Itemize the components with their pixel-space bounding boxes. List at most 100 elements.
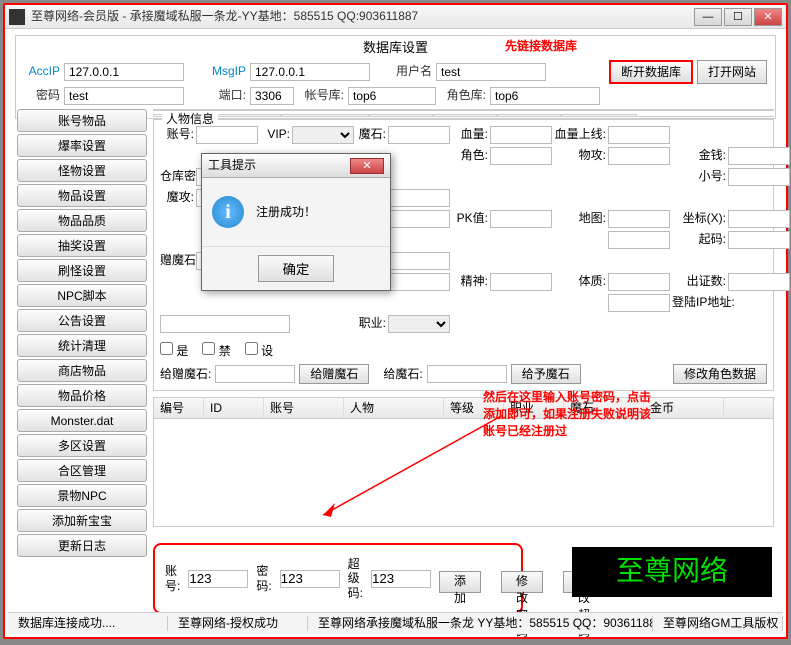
field-input-sub[interactable]: [728, 168, 790, 186]
sidebar-item-16[interactable]: 添加新宝宝: [17, 509, 147, 532]
change-pwd-button[interactable]: 修改密码: [501, 571, 543, 593]
field-input-role[interactable]: [490, 147, 552, 165]
roledb-input[interactable]: [490, 87, 600, 105]
field-input-map[interactable]: [608, 210, 670, 228]
sidebar-item-2[interactable]: 怪物设置: [17, 159, 147, 182]
field-input-patk[interactable]: [608, 147, 670, 165]
sidebar-item-17[interactable]: 更新日志: [17, 534, 147, 557]
add-button[interactable]: 添加: [439, 571, 481, 593]
tab1-9[interactable]: 统计清理: [730, 109, 774, 111]
sidebar-item-10[interactable]: 商店物品: [17, 359, 147, 382]
sidebar-item-12[interactable]: Monster.dat: [17, 409, 147, 432]
reg-sup-input[interactable]: [371, 570, 431, 588]
reg-acc-input[interactable]: [188, 570, 248, 588]
modify-role-button[interactable]: 修改角色数据: [673, 364, 767, 384]
th-3[interactable]: 人物: [344, 398, 444, 418]
field-input-acc[interactable]: [196, 126, 258, 144]
data-table[interactable]: 编号ID账号人物等级职业魔石金币: [153, 397, 774, 527]
tab1-8[interactable]: 公告设置: [666, 109, 730, 111]
field-input-spi[interactable]: [490, 273, 552, 291]
field-label-lvfrom: 起码:: [672, 232, 726, 246]
field-input-hpmax[interactable]: [608, 126, 670, 144]
tab2-3[interactable]: 幻兽属性: [369, 114, 433, 116]
accdb-input[interactable]: [348, 87, 436, 105]
tab2-1[interactable]: 装备管理: [217, 114, 281, 116]
field-input-[interactable]: [608, 294, 670, 312]
th-1[interactable]: ID: [204, 398, 264, 418]
msgip-input[interactable]: [250, 63, 370, 81]
maximize-button[interactable]: ☐: [724, 8, 752, 26]
port-label: 端口:: [210, 88, 246, 102]
field-input-ip[interactable]: [160, 315, 290, 333]
tab1-3[interactable]: 物品设置: [345, 109, 409, 111]
annotation-register: 然后在这里输入账号密码，点击添加即可，如果注册失败说明该账号已经注册过: [483, 389, 653, 439]
tab1-5[interactable]: 抽奖设置: [473, 109, 537, 111]
dialog-close-button[interactable]: ✕: [350, 158, 384, 174]
field-input-vip[interactable]: [292, 126, 354, 144]
th-2[interactable]: 账号: [264, 398, 344, 418]
field-label-map: 地图:: [554, 211, 606, 225]
port-input[interactable]: [250, 87, 294, 105]
sidebar-item-15[interactable]: 景物NPC: [17, 484, 147, 507]
tab2-5[interactable]: 军团管理: [497, 114, 561, 116]
sidebar-item-3[interactable]: 物品设置: [17, 184, 147, 207]
field-input-cert[interactable]: [728, 273, 790, 291]
tab1-4[interactable]: 物品品质: [409, 109, 473, 111]
tab2-2[interactable]: 角色物品转移: [281, 114, 369, 116]
user-input[interactable]: [436, 63, 546, 81]
field-input-lvfrom[interactable]: [728, 231, 790, 249]
field-label-hp: 血量:: [452, 127, 488, 141]
db-panel-title: 数据库设置: [24, 40, 767, 56]
give-ms-input[interactable]: [427, 365, 507, 383]
field-input-ms[interactable]: [388, 126, 450, 144]
tab1-6[interactable]: 刷怪设置: [537, 109, 601, 111]
field-label-vip: VIP:: [260, 127, 290, 141]
sidebar-item-4[interactable]: 物品品质: [17, 209, 147, 232]
give-ms-button[interactable]: 给予魔石: [511, 364, 581, 384]
register-panel: 账号: 密码: 超级码: 添加 修改密码 修改超码: [153, 543, 523, 614]
field-input-pk[interactable]: [490, 210, 552, 228]
field-input-job[interactable]: [388, 315, 450, 333]
pwd-input[interactable]: [64, 87, 184, 105]
sidebar-item-6[interactable]: 刷怪设置: [17, 259, 147, 282]
reg-pwd-input[interactable]: [280, 570, 340, 588]
sidebar-item-8[interactable]: 公告设置: [17, 309, 147, 332]
field-input-cy[interactable]: [388, 252, 450, 270]
field-input-evo[interactable]: [388, 210, 450, 228]
tab2-6[interactable]: 账号充值卡: [561, 114, 637, 116]
tab2-4[interactable]: 幻兽刷星: [433, 114, 497, 116]
sidebar-item-5[interactable]: 抽奖设置: [17, 234, 147, 257]
disconnect-db-button[interactable]: 断开数据库: [609, 60, 693, 84]
tab1-1[interactable]: 爆率设置: [217, 109, 281, 111]
field-label-role: 角色:: [452, 148, 488, 162]
sidebar-item-14[interactable]: 合区管理: [17, 459, 147, 482]
field-input-hp[interactable]: [490, 126, 552, 144]
minimize-button[interactable]: —: [694, 8, 722, 26]
sidebar-item-11[interactable]: 物品价格: [17, 384, 147, 407]
check-2[interactable]: 禁: [202, 342, 230, 358]
open-site-button[interactable]: 打开网站: [697, 60, 767, 84]
field-input-str[interactable]: [388, 273, 450, 291]
close-button[interactable]: ✕: [754, 8, 782, 26]
give-gms-input[interactable]: [215, 365, 295, 383]
tab1-2[interactable]: 怪物设置: [281, 109, 345, 111]
check-1[interactable]: 是: [160, 342, 188, 358]
dialog-ok-button[interactable]: 确定: [258, 255, 335, 282]
field-input-cx[interactable]: [728, 210, 790, 228]
accip-input[interactable]: [64, 63, 184, 81]
field-input-con[interactable]: [608, 273, 670, 291]
th-7[interactable]: 金币: [644, 398, 724, 418]
sidebar-item-9[interactable]: 统计清理: [17, 334, 147, 357]
check-3[interactable]: 设: [245, 342, 273, 358]
give-gms-button[interactable]: 给赠魔石: [299, 364, 369, 384]
sidebar-item-13[interactable]: 多区设置: [17, 434, 147, 457]
sidebar-item-7[interactable]: NPC脚本: [17, 284, 147, 307]
field-input-[interactable]: [608, 231, 670, 249]
window-title: 至尊网络-会员版 - 承接魔域私服一条龙-YY基地：585515 QQ:9036…: [31, 9, 694, 23]
th-0[interactable]: 编号: [154, 398, 204, 418]
field-input-gold[interactable]: [728, 147, 790, 165]
field-input-mpmax[interactable]: [388, 189, 450, 207]
tab1-7[interactable]: NPC设置: [601, 109, 666, 111]
sidebar-item-0[interactable]: 账号物品: [17, 109, 147, 132]
sidebar-item-1[interactable]: 爆率设置: [17, 134, 147, 157]
